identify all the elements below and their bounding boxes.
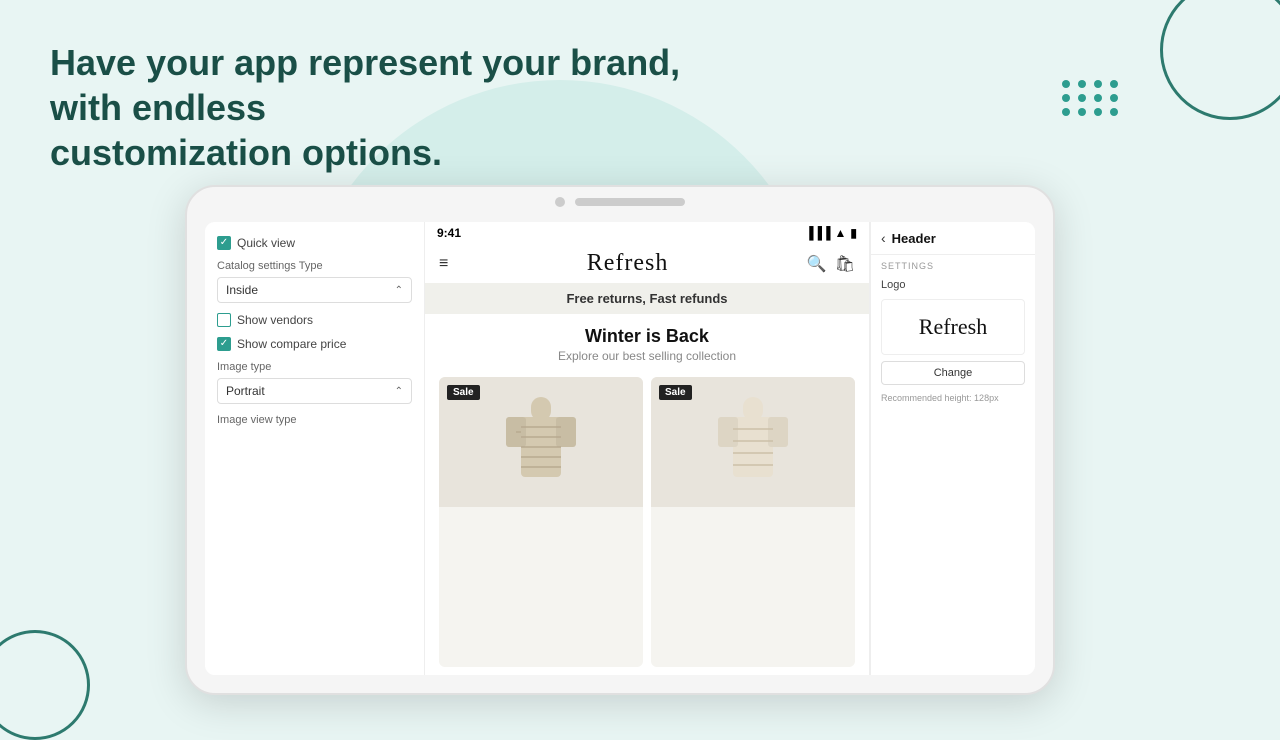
headline: Have your app represent your brand, with…: [50, 40, 710, 175]
show-vendors-row[interactable]: Show vendors: [217, 313, 412, 327]
app-header: ≡ Refresh 🔍 🛍: [425, 244, 869, 283]
dot: [1094, 80, 1102, 88]
left-settings-panel: ✓ Quick view Catalog settings Type Insid…: [205, 222, 425, 675]
dot: [1110, 80, 1118, 88]
header-action-icons: 🔍 🛍: [807, 254, 855, 274]
tablet-notch: [555, 197, 685, 207]
checkmark-icon: ✓: [220, 238, 228, 248]
checkmark-icon-2: ✓: [220, 339, 228, 349]
dot: [1078, 94, 1086, 102]
tablet-status-bar: [575, 198, 685, 206]
status-icons: ▐▐▐ ▲ ▮: [805, 226, 857, 240]
back-arrow-icon[interactable]: ‹: [881, 230, 886, 246]
status-time: 9:41: [437, 226, 461, 240]
show-vendors-checkbox[interactable]: [217, 313, 231, 327]
hero-title: Winter is Back: [439, 326, 855, 347]
dots-grid: [1062, 80, 1120, 116]
quick-view-row[interactable]: ✓ Quick view: [217, 236, 412, 250]
select-arrow-icon: ⌃: [395, 285, 403, 296]
dot: [1062, 94, 1070, 102]
logo-text: Refresh: [890, 314, 1016, 340]
phone-status-bar: 9:41 ▐▐▐ ▲ ▮: [425, 222, 869, 244]
dot: [1094, 108, 1102, 116]
show-compare-label: Show compare price: [237, 337, 346, 351]
dot: [1062, 108, 1070, 116]
dot: [1110, 94, 1118, 102]
quick-view-checkbox[interactable]: ✓: [217, 236, 231, 250]
catalog-type-select[interactable]: Inside ⌃: [217, 277, 412, 303]
wifi-icon: ▲: [835, 226, 847, 240]
catalog-settings-label: Catalog settings Type: [217, 260, 412, 272]
show-compare-checkbox[interactable]: ✓: [217, 337, 231, 351]
right-panel-header: ‹ Header: [871, 222, 1035, 255]
bg-circle-top-right: [1160, 0, 1280, 120]
tablet-home-dot: [555, 197, 565, 207]
image-type-select[interactable]: Portrait ⌃: [217, 378, 412, 404]
dot: [1062, 80, 1070, 88]
change-logo-button[interactable]: Change: [881, 361, 1025, 385]
brand-name: Refresh: [587, 250, 669, 277]
sale-badge-1: Sale: [447, 385, 480, 400]
phone-screen: 9:41 ▐▐▐ ▲ ▮ ≡ Refresh 🔍 🛍 Free returns,…: [425, 222, 870, 675]
image-view-label: Image view type: [217, 414, 412, 426]
search-icon[interactable]: 🔍: [807, 254, 827, 274]
hero-subtitle: Explore our best selling collection: [439, 349, 855, 363]
show-vendors-label: Show vendors: [237, 313, 313, 327]
signal-icon: ▐▐▐: [805, 226, 831, 240]
settings-tag: SETTINGS: [871, 255, 1035, 275]
sale-badge-2: Sale: [659, 385, 692, 400]
select-arrow-icon-2: ⌃: [395, 386, 403, 397]
dot: [1078, 108, 1086, 116]
image-type-value: Portrait: [226, 384, 265, 398]
show-compare-row[interactable]: ✓ Show compare price: [217, 337, 412, 351]
hero-section: Winter is Back Explore our best selling …: [425, 314, 869, 369]
product-grid: Sale: [425, 369, 869, 675]
battery-icon: ▮: [850, 226, 857, 240]
sweater-svg-1: [506, 397, 576, 487]
logo-preview: Refresh: [881, 299, 1025, 355]
headline-text-2: customization options.: [50, 132, 442, 173]
product-card-2[interactable]: Sale: [651, 377, 855, 667]
cart-icon[interactable]: 🛍: [835, 254, 855, 274]
dot: [1078, 80, 1086, 88]
hamburger-icon[interactable]: ≡: [439, 255, 448, 273]
dot: [1110, 108, 1118, 116]
quick-view-label: Quick view: [237, 236, 295, 250]
dot: [1094, 94, 1102, 102]
recommended-height-text: Recommended height: 128px: [871, 391, 1035, 405]
tablet-frame: ✓ Quick view Catalog settings Type Insid…: [185, 185, 1055, 695]
tablet-screen: ✓ Quick view Catalog settings Type Insid…: [205, 222, 1035, 675]
product-card-1[interactable]: Sale: [439, 377, 643, 667]
image-type-label: Image type: [217, 361, 412, 373]
sweater-svg-2: [718, 397, 788, 487]
headline-text: Have your app represent your brand, with…: [50, 42, 680, 128]
logo-label: Logo: [871, 275, 1035, 295]
bg-circle-bottom-left: [0, 630, 90, 740]
right-settings-panel: ‹ Header SETTINGS Logo Refresh Change Re…: [870, 222, 1035, 675]
promo-banner: Free returns, Fast refunds: [425, 283, 869, 314]
panel-title: Header: [892, 231, 936, 246]
catalog-type-value: Inside: [226, 283, 258, 297]
